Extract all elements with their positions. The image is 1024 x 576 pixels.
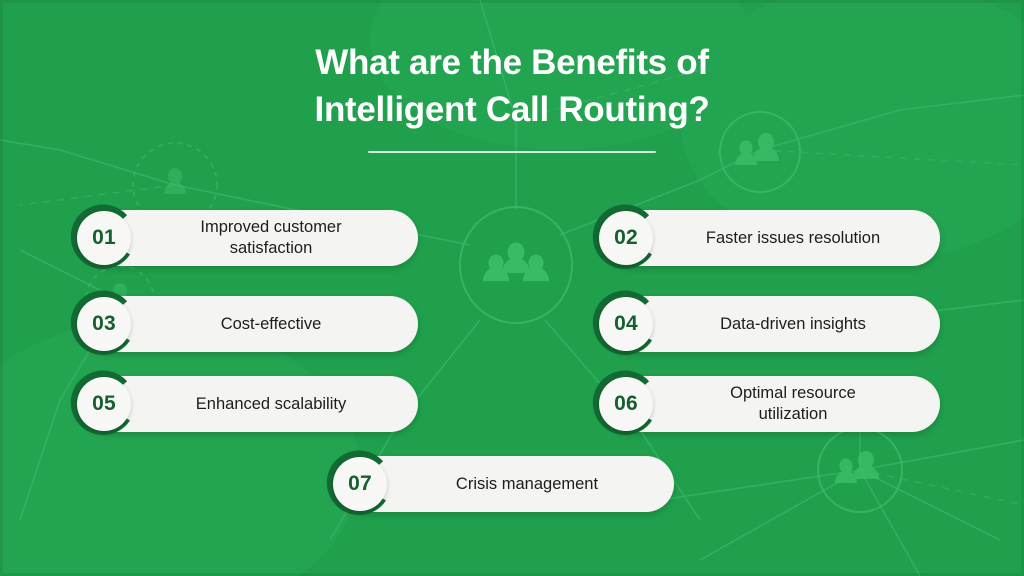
benefit-badge-02: 02 bbox=[590, 202, 662, 274]
benefit-number: 07 bbox=[348, 472, 372, 495]
benefit-badge-04: 04 bbox=[590, 288, 662, 360]
badge-disc: 05 bbox=[77, 377, 131, 431]
benefit-number: 01 bbox=[92, 226, 116, 249]
benefit-badge-01: 01 bbox=[68, 202, 140, 274]
badge-disc: 07 bbox=[333, 457, 387, 511]
benefit-number: 04 bbox=[614, 312, 638, 335]
benefit-card-01[interactable]: 01 Improved customer satisfaction bbox=[70, 204, 418, 269]
badge-disc: 03 bbox=[77, 297, 131, 351]
benefit-card-07[interactable]: 07 Crisis management bbox=[326, 450, 674, 515]
infographic-slide: What are the Benefits of Intelligent Cal… bbox=[0, 0, 1024, 576]
benefit-card-05[interactable]: 05 Enhanced scalability bbox=[70, 370, 418, 435]
benefits-list: 01 Improved customer satisfaction 02 Fas… bbox=[0, 0, 1024, 576]
benefit-number: 06 bbox=[614, 392, 638, 415]
benefit-badge-05: 05 bbox=[68, 368, 140, 440]
benefit-card-04[interactable]: 04 Data-driven insights bbox=[592, 290, 940, 355]
benefit-card-03[interactable]: 03 Cost-effective bbox=[70, 290, 418, 355]
badge-disc: 02 bbox=[599, 211, 653, 265]
benefit-number: 02 bbox=[614, 226, 638, 249]
benefit-badge-06: 06 bbox=[590, 368, 662, 440]
badge-disc: 01 bbox=[77, 211, 131, 265]
benefit-badge-07: 07 bbox=[324, 448, 396, 520]
benefit-badge-03: 03 bbox=[68, 288, 140, 360]
badge-disc: 04 bbox=[599, 297, 653, 351]
benefit-card-02[interactable]: 02 Faster issues resolution bbox=[592, 204, 940, 269]
badge-disc: 06 bbox=[599, 377, 653, 431]
benefit-number: 03 bbox=[92, 312, 116, 335]
benefit-card-06[interactable]: 06 Optimal resource utilization bbox=[592, 370, 940, 435]
benefit-number: 05 bbox=[92, 392, 116, 415]
